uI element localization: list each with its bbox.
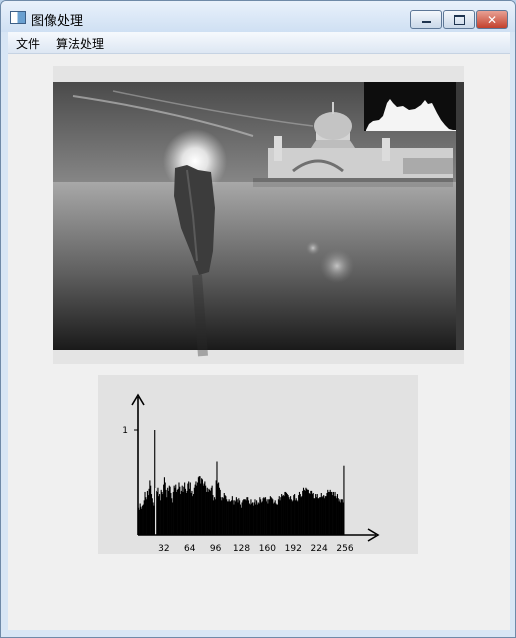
menu-file[interactable]: 文件 <box>16 35 40 52</box>
x-tick-label: 256 <box>336 544 353 554</box>
minimize-button[interactable] <box>410 10 442 29</box>
x-tick-label: 224 <box>311 544 328 554</box>
histogram-gap <box>154 487 157 535</box>
histogram-chart: 1 32 64 96 128 160 192 224 256 <box>122 393 380 554</box>
lens-flare <box>320 249 354 283</box>
app-window: 图像处理 ✕ 文件 算法处理 1 32 64 96 128 160 192 22… <box>0 0 516 638</box>
minimize-icon <box>421 21 431 23</box>
histogram-panel: 1 32 64 96 128 160 192 224 256 <box>98 375 418 554</box>
image-panel <box>53 66 464 364</box>
x-tick-label: 32 <box>158 544 169 554</box>
close-button[interactable]: ✕ <box>476 10 508 29</box>
histogram-bar <box>343 465 345 535</box>
x-tick-label: 160 <box>259 544 276 554</box>
window-title: 图像处理 <box>31 14 84 29</box>
x-tick-label: 128 <box>233 544 250 554</box>
histogram-bars <box>138 430 345 535</box>
close-icon: ✕ <box>486 12 498 27</box>
y-tick-label: 1 <box>122 426 128 436</box>
menu-algorithm[interactable]: 算法处理 <box>56 35 104 52</box>
app-icon <box>10 11 26 24</box>
maximize-icon <box>453 14 465 25</box>
menu-bar: 文件 算法处理 <box>8 32 510 54</box>
x-tick-label: 96 <box>210 544 222 554</box>
x-tick-label: 192 <box>285 544 302 554</box>
histogram-thumbnail <box>364 82 456 131</box>
photo-view <box>53 82 464 357</box>
title-bar[interactable]: 图像处理 ✕ <box>1 1 515 32</box>
photo-water <box>53 182 456 350</box>
x-tick-label: 64 <box>184 544 196 554</box>
x-tick-labels: 32 64 96 128 160 192 224 256 <box>158 544 354 554</box>
maximize-button[interactable] <box>443 10 475 29</box>
main-area: 1 32 64 96 128 160 192 224 256 <box>8 54 510 630</box>
photo-edge <box>456 82 464 350</box>
